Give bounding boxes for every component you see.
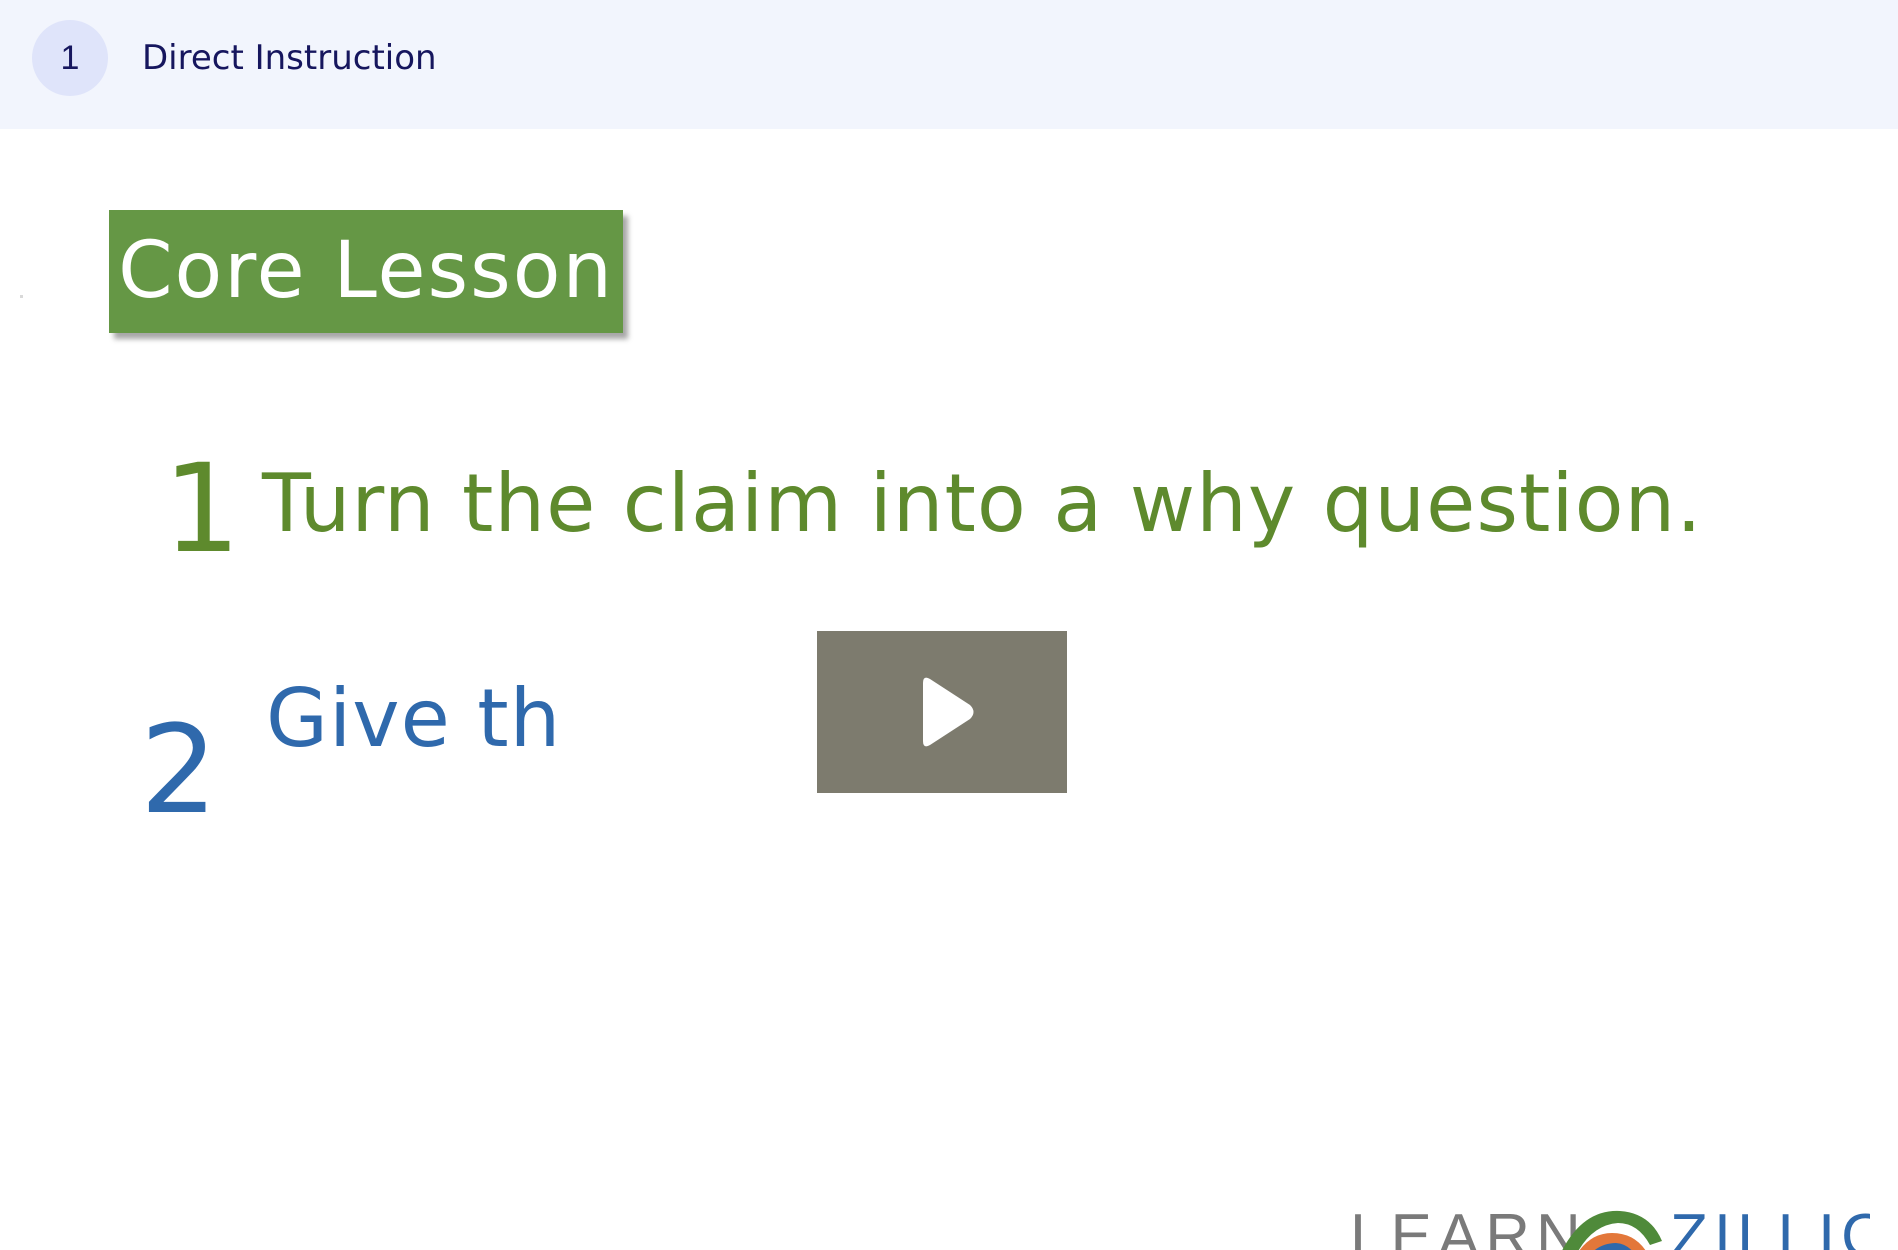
section-header: 1 Direct Instruction <box>0 0 1898 129</box>
learnzillion-logo: LEARN ZILLION <box>1350 1202 1870 1250</box>
step-1-text: Turn the claim into a why question. <box>262 457 1703 550</box>
video-player[interactable]: Core Lesson 1 Turn the claim into a why … <box>0 129 1898 1250</box>
svg-text:LEARN: LEARN <box>1350 1202 1587 1250</box>
step-2-number: 2 <box>140 699 218 841</box>
core-lesson-badge: Core Lesson <box>109 210 623 333</box>
core-lesson-label: Core Lesson <box>118 226 614 316</box>
play-icon <box>923 677 974 747</box>
step-2-text: Give th <box>266 672 562 765</box>
step-number-badge: 1 <box>32 20 108 96</box>
section-title: Direct Instruction <box>142 38 437 78</box>
video-artifact <box>20 295 23 298</box>
play-button[interactable] <box>817 631 1067 793</box>
svg-text:ZILLION: ZILLION <box>1670 1202 1870 1250</box>
step-1-number: 1 <box>163 438 241 580</box>
